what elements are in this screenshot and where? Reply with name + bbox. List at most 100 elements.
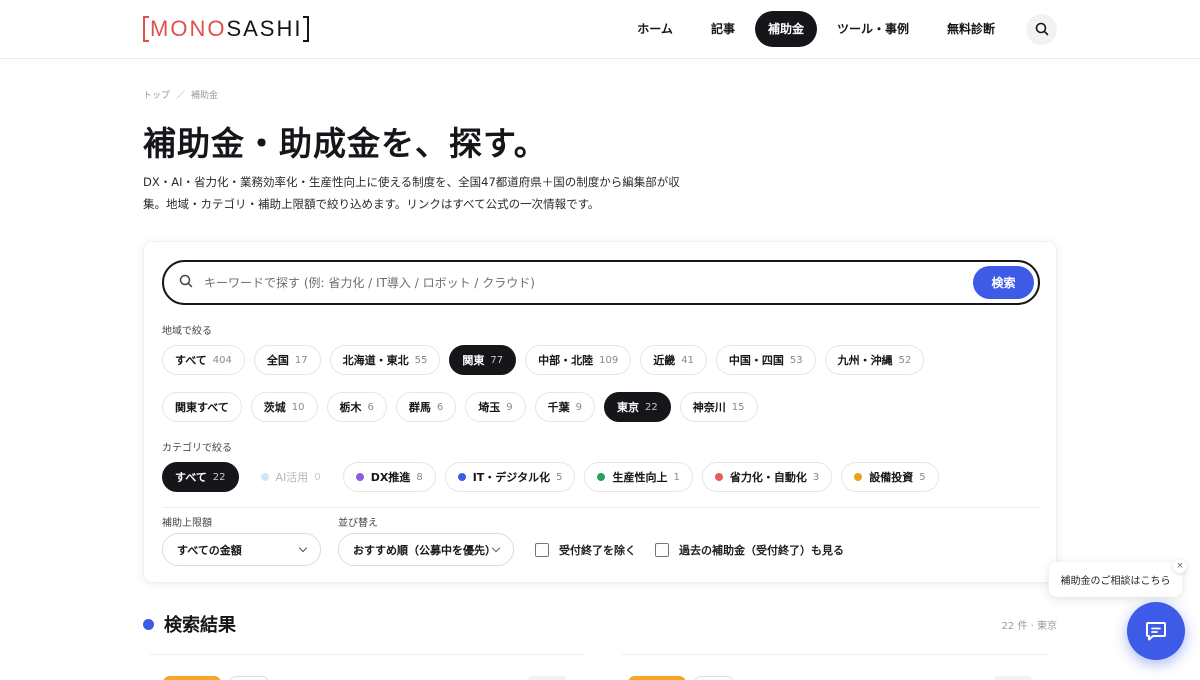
prefecture-chip-tokyo[interactable]: 東京 22	[604, 392, 671, 422]
category-chip-row: すべて 22 AI活用 0 DX推進 8 IT・デジタル化 5 生産性向上 1 省力化・自…	[162, 462, 948, 492]
chip-label: 千葉	[547, 401, 570, 414]
region-chip-row: すべて 404 全国 17 北海道・東北 55 関東 77 中部・北陸 109 近畿 41 …	[162, 345, 933, 375]
results-bullet	[143, 619, 154, 630]
logo-text-sashi: SASHI	[226, 16, 303, 41]
logo-bracket-right	[303, 16, 310, 42]
category-chip-equipment[interactable]: 設備投資 5	[841, 462, 939, 492]
chip-label: 中部・北陸	[538, 354, 594, 367]
sort-select-value: おすすめ順（公募中を優先）	[353, 543, 496, 557]
region-chip-all[interactable]: すべて 404	[162, 345, 245, 375]
amount-filter-label: 補助上限額	[162, 518, 212, 529]
breadcrumb-top[interactable]: トップ	[143, 91, 170, 101]
region-chip-chugoku-shikoku[interactable]: 中国・四国 53	[715, 345, 816, 375]
chip-label: DX推進	[370, 471, 411, 484]
category-chip-all[interactable]: すべて 22	[162, 462, 239, 492]
search-button[interactable]: 検索	[973, 266, 1034, 299]
prefecture-chip-ibaraki[interactable]: 茨城 10	[250, 392, 318, 422]
chip-count: 10	[291, 401, 305, 413]
chip-label: AI活用	[275, 471, 309, 484]
nav-item-tools-cases[interactable]: ツール・事例	[818, 11, 928, 47]
category-chip-it-digital[interactable]: IT・デジタル化 5	[444, 462, 576, 492]
region-chip-kyushu-okinawa[interactable]: 九州・沖縄 52	[824, 345, 925, 375]
prefecture-chip-saitama[interactable]: 埼玉 9	[465, 392, 526, 422]
region-chip-kanto[interactable]: 関東 77	[449, 345, 517, 375]
sort-select[interactable]: おすすめ順（公募中を優先）	[338, 533, 514, 566]
breadcrumb-separator: ／	[176, 91, 186, 101]
nav-item-home[interactable]: ホーム	[618, 11, 692, 47]
lead-line-1: DX・AI・省力化・業務効率化・生産性向上に使える制度を、全国47都道府県＋国の…	[143, 175, 680, 189]
region-chip-chubu-hokuriku[interactable]: 中部・北陸 109	[525, 345, 632, 375]
nav-item-subsidies[interactable]: 補助金	[754, 11, 817, 47]
chip-label: 埼玉	[478, 401, 501, 414]
result-card[interactable]	[622, 654, 1049, 680]
prefecture-chip-tochigi[interactable]: 栃木 6	[326, 392, 387, 422]
chip-count: 9	[506, 401, 513, 413]
chip-count: 6	[367, 401, 374, 413]
chip-count: 5	[919, 471, 926, 483]
chip-count: 22	[212, 471, 226, 483]
prefecture-chip-kanto-all[interactable]: 関東すべて	[162, 392, 242, 422]
chip-count: 53	[789, 354, 803, 366]
chip-count: 15	[731, 401, 745, 413]
page-title: 補助金・助成金を、探す。	[143, 124, 548, 163]
close-icon[interactable]: ×	[1173, 559, 1187, 573]
category-chip-dx[interactable]: DX推進 8	[342, 462, 436, 492]
card-corner-badge	[994, 676, 1032, 680]
category-chip-automation[interactable]: 省力化・自動化 3	[701, 462, 833, 492]
chip-label: 設備投資	[869, 471, 914, 484]
chip-label: 東京	[617, 401, 640, 414]
amount-select[interactable]: すべての金額	[162, 533, 321, 566]
chip-label: 茨城	[263, 401, 286, 414]
category-chip-ai[interactable]: AI活用 0	[247, 462, 334, 492]
checkbox-label: 過去の補助金（受付終了）も見る	[679, 544, 844, 557]
status-badge	[163, 676, 221, 680]
card-corner-badge	[528, 676, 566, 680]
show-past-checkbox[interactable]: 過去の補助金（受付終了）も見る	[655, 542, 844, 558]
filter-panel: 検索 地域で絞る すべて404 全国17 北海道・東北55 関東77 中部・北陸…	[143, 241, 1057, 583]
category-dot	[597, 473, 606, 481]
nav-item-articles[interactable]: 記事	[692, 11, 754, 47]
chip-count: 22	[645, 401, 658, 413]
category-chip-productivity[interactable]: 生産性向上 1	[584, 462, 693, 492]
results-meta: 22 件 · 東京	[1001, 621, 1057, 632]
chip-count: 1	[673, 471, 680, 483]
prefecture-chip-gunma[interactable]: 群馬 6	[395, 392, 457, 422]
exclude-closed-checkbox[interactable]: 受付終了を除く	[535, 542, 636, 558]
chip-label: 関東	[462, 354, 485, 367]
prefecture-chip-kanagawa[interactable]: 神奈川 15	[679, 392, 758, 422]
panel-divider	[162, 507, 1040, 508]
chip-label: 生産性向上	[612, 471, 668, 484]
region-chip-national[interactable]: 全国 17	[253, 345, 321, 375]
chip-count: 52	[898, 354, 912, 366]
category-badge	[229, 676, 269, 680]
page-lead: DX・AI・省力化・業務効率化・生産性向上に使える制度を、全国47都道府県＋国の…	[143, 171, 723, 215]
logo-bracket-left	[143, 16, 149, 42]
result-card[interactable]	[150, 654, 585, 680]
lead-line-2: 集。地域・カテゴリ・補助上限額で絞り込めます。リンクはすべて公式の一次情報です。	[143, 197, 600, 211]
chip-count: 5	[556, 471, 563, 483]
chip-count: 0	[314, 471, 321, 483]
chat-launcher-button[interactable]	[1127, 602, 1185, 660]
main-nav: ホーム 記事 補助金 ツール・事例 無料診断	[618, 11, 1057, 47]
chip-count: 55	[414, 354, 428, 366]
prefecture-chip-chiba[interactable]: 千葉 9	[534, 392, 596, 422]
region-chip-kinki[interactable]: 近畿 41	[640, 345, 707, 375]
category-dot	[355, 473, 364, 481]
chip-label: 中国・四国	[728, 354, 784, 367]
chip-count: 77	[490, 354, 504, 366]
chip-label: 栃木	[339, 401, 362, 414]
chip-count: 404	[212, 354, 232, 366]
header-search-button[interactable]	[1026, 13, 1057, 45]
chat-prompt-bubble[interactable]: 補助金のご相談はこちら	[1049, 562, 1182, 597]
chip-label: 全国	[266, 354, 289, 367]
search-icon	[1035, 22, 1048, 36]
search-input[interactable]	[204, 271, 964, 295]
checkbox-box[interactable]	[655, 543, 669, 557]
nav-item-free-diagnosis[interactable]: 無料診断	[928, 11, 1014, 47]
chip-count: 8	[416, 471, 423, 483]
checkbox-box[interactable]	[535, 543, 549, 557]
chip-count: 9	[575, 401, 583, 413]
status-badge	[628, 676, 686, 680]
logo[interactable]: MONO SASHI	[143, 15, 310, 43]
region-chip-hokkaido-tohoku[interactable]: 北海道・東北 55	[329, 345, 441, 375]
